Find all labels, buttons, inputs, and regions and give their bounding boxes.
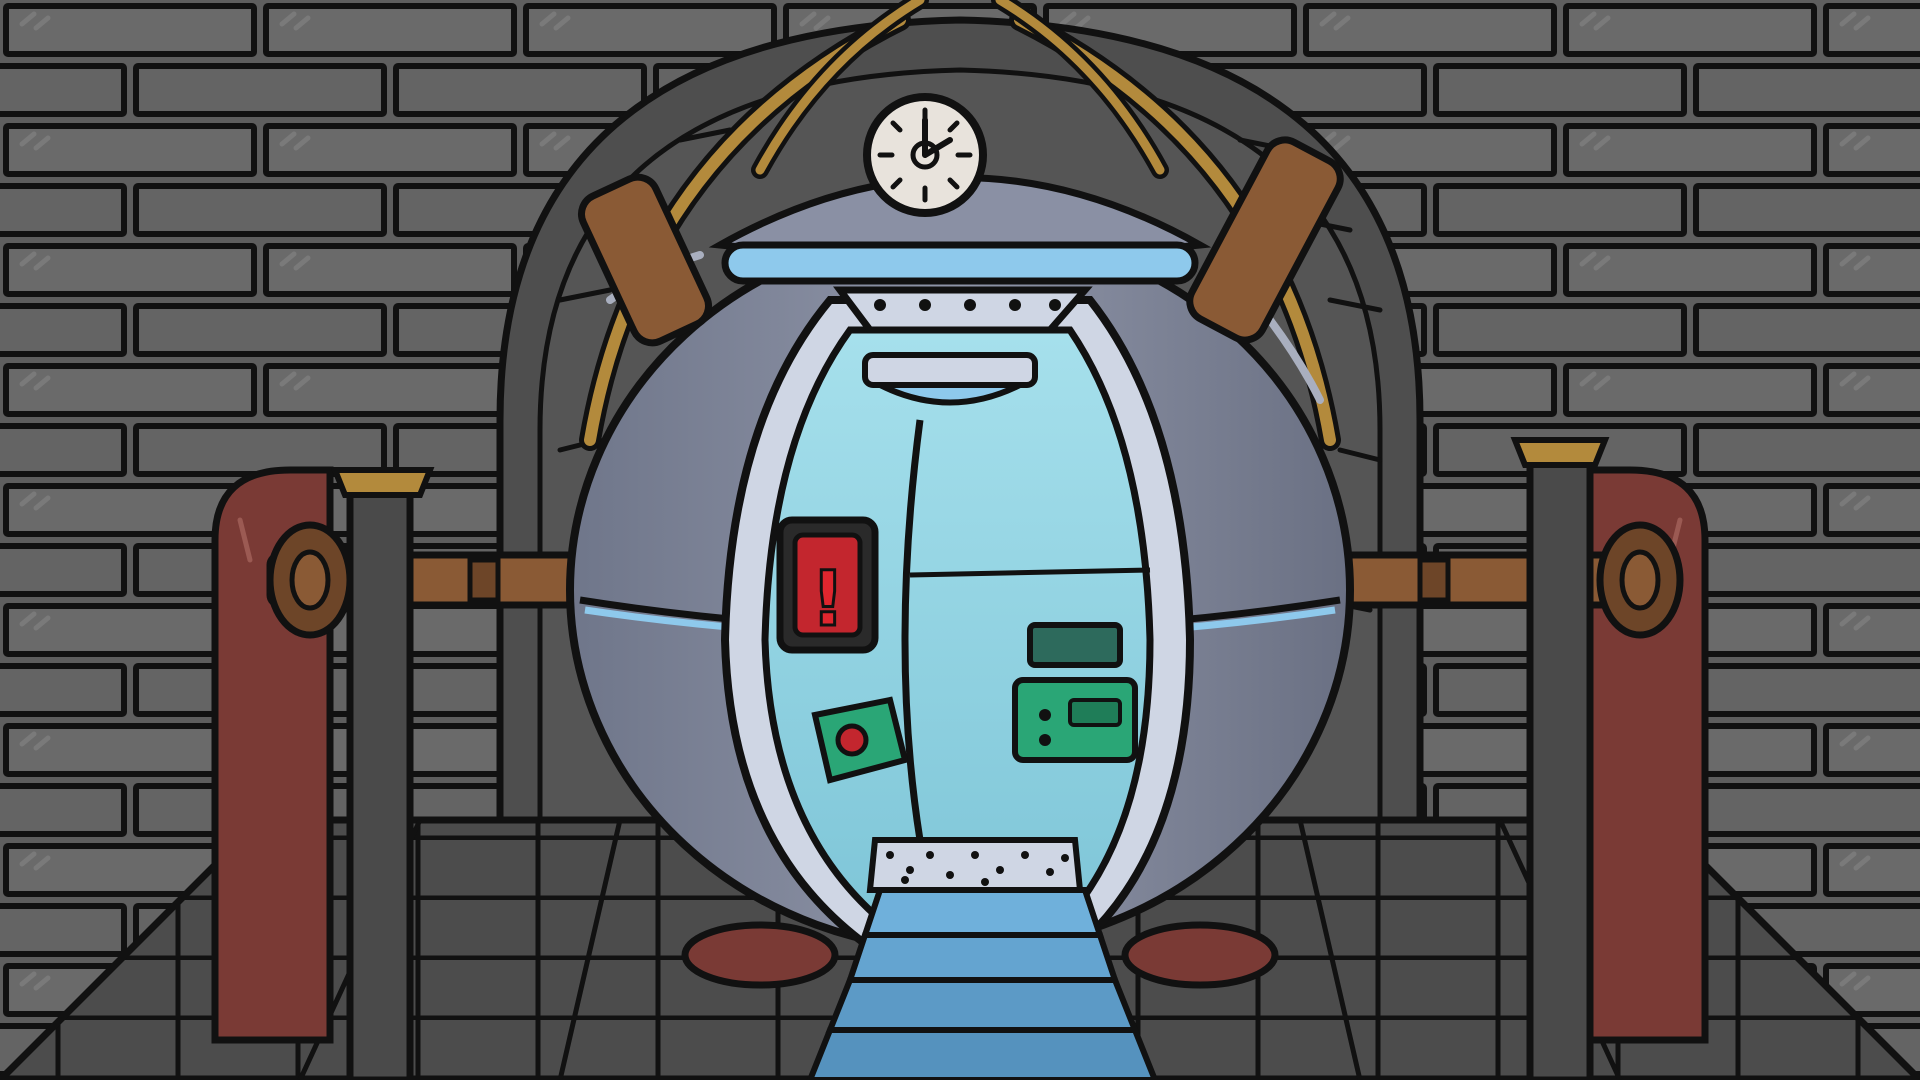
floor-grate [870, 840, 1080, 890]
alert-screen-icon: ! [780, 520, 875, 650]
clock-icon [867, 97, 983, 213]
red-button-icon[interactable] [838, 726, 866, 754]
right-console [1015, 625, 1135, 760]
svg-text:!: ! [811, 554, 846, 643]
game-scene: ! [0, 0, 1920, 1080]
right-post [1515, 440, 1605, 1080]
